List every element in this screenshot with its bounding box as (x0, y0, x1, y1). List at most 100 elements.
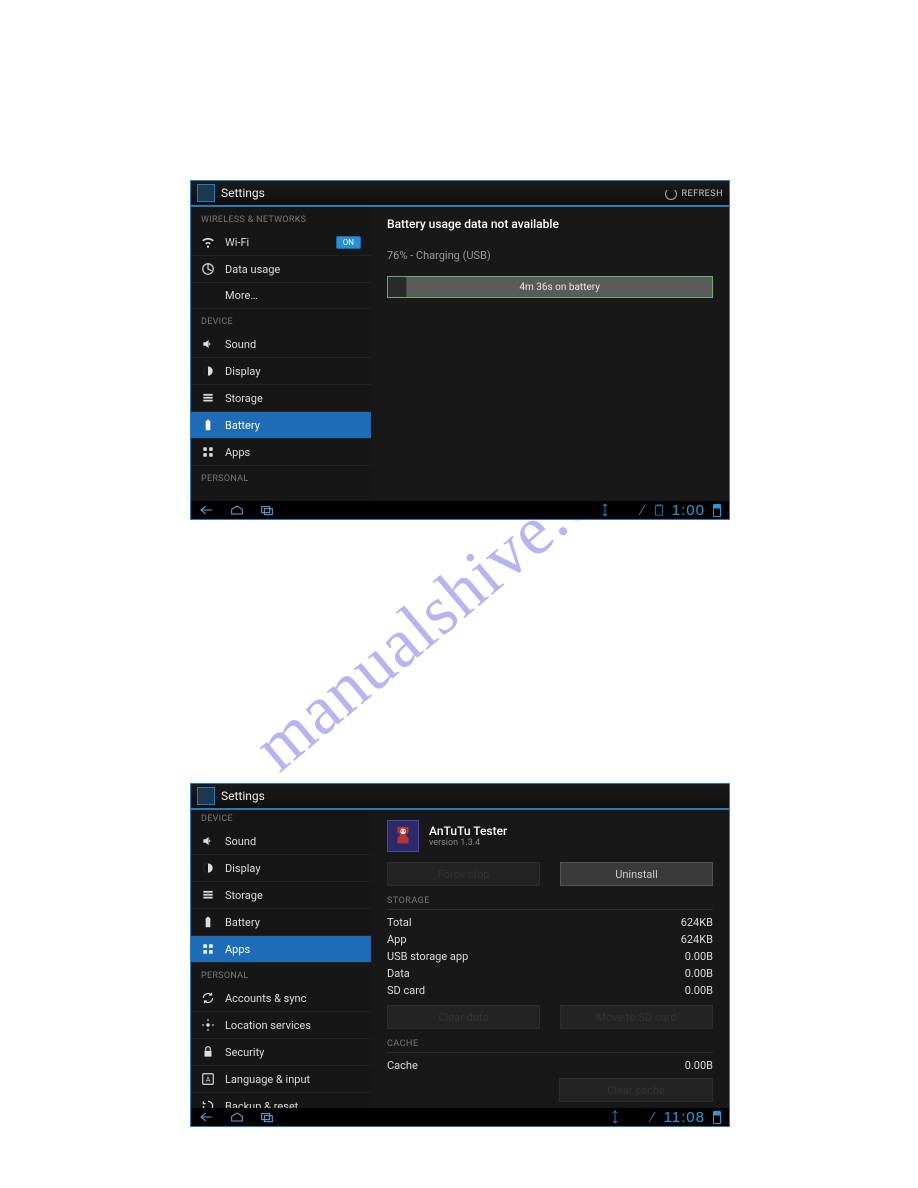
storage-icon (201, 391, 215, 405)
row-total: Total624KB (387, 914, 713, 931)
cache-section-title: CACHE (387, 1039, 713, 1053)
sidebar-item-display[interactable]: Display (191, 855, 371, 882)
sidebar-item-label: Storage (225, 392, 263, 405)
sidebar-item-accounts[interactable]: Accounts & sync (191, 985, 371, 1012)
sound-icon (201, 834, 215, 848)
sidebar-item-wifi[interactable]: Wi-Fi ON (191, 229, 371, 256)
storage-section-title: STORAGE (387, 896, 713, 910)
app-icon (387, 820, 419, 852)
refresh-icon (665, 188, 677, 200)
battery-status-icon (713, 504, 721, 517)
sidebar-item-data-usage[interactable]: Data usage (191, 256, 371, 283)
row-data: Data0.00B (387, 965, 713, 982)
sidebar-item-sound[interactable]: Sound (191, 828, 371, 855)
sidebar-item-more[interactable]: More… (191, 283, 371, 309)
battery-icon (201, 418, 215, 432)
back-icon[interactable] (199, 504, 215, 516)
settings-app-icon (197, 787, 215, 805)
sidebar-item-storage[interactable]: Storage (191, 385, 371, 412)
recents-icon[interactable] (259, 504, 275, 516)
sidebar-item-label: Storage (225, 889, 263, 902)
action-bar: Settings REFRESH (191, 181, 729, 207)
refresh-label: REFRESH (681, 189, 723, 199)
row-cache: Cache0.00B (387, 1057, 713, 1074)
lock-icon (201, 1045, 215, 1059)
sidebar-item-apps[interactable]: Apps (191, 439, 371, 466)
home-icon[interactable] (229, 504, 245, 516)
screen-title: Settings (221, 186, 265, 200)
refresh-button[interactable]: REFRESH (665, 181, 723, 207)
action-bar: Settings (191, 784, 729, 810)
move-to-sd-button[interactable]: Move to SD card (560, 1005, 713, 1029)
sidebar-item-display[interactable]: Display (191, 358, 371, 385)
sidebar-item-label: Display (225, 365, 261, 378)
row-sd: SD card0.00B (387, 982, 713, 999)
sidebar-item-label: Apps (225, 446, 250, 459)
recents-icon[interactable] (259, 1111, 275, 1123)
battery-heading: Battery usage data not available (387, 217, 713, 231)
sidebar-item-battery[interactable]: Battery (191, 412, 371, 439)
sidebar-item-battery[interactable]: Battery (191, 909, 371, 936)
apps-icon (201, 942, 215, 956)
status-bar[interactable]: 11:08 (610, 1109, 721, 1126)
back-icon[interactable] (199, 1111, 215, 1123)
uninstall-button[interactable]: Uninstall (560, 862, 713, 886)
home-icon[interactable] (229, 1111, 245, 1123)
sidebar-item-storage[interactable]: Storage (191, 882, 371, 909)
sidebar-item-label: Security (225, 1046, 264, 1059)
battery-status-icon (713, 1111, 721, 1124)
app-version: version 1.3.4 (429, 838, 507, 848)
location-icon (201, 1018, 215, 1032)
battery-icon (201, 915, 215, 929)
sidebar-item-label: Sound (225, 835, 256, 848)
sidebar-item-sound[interactable]: Sound (191, 331, 371, 358)
clear-cache-button[interactable]: Clear cache (559, 1078, 713, 1102)
wifi-icon (201, 235, 215, 249)
apps-icon (201, 445, 215, 459)
clock: 1:00 (672, 502, 705, 519)
battery-usage-bar[interactable]: 4m 36s on battery (387, 276, 713, 298)
screenshot-battery: Settings REFRESH WIRELESS & NETWORKS Wi-… (190, 180, 730, 520)
section-personal: PERSONAL (191, 963, 371, 985)
sidebar-item-label: More… (225, 289, 258, 302)
row-usb: USB storage app0.00B (387, 948, 713, 965)
display-icon (201, 364, 215, 378)
display-icon (201, 861, 215, 875)
data-usage-icon (201, 262, 215, 276)
sidebar-item-security[interactable]: Security (191, 1039, 371, 1066)
sidebar-item-label: Battery (225, 916, 260, 929)
sidebar-item-label: Sound (225, 338, 256, 351)
sync-icon (201, 991, 215, 1005)
section-wireless: WIRELESS & NETWORKS (191, 207, 371, 229)
force-stop-button[interactable]: Force stop (387, 862, 540, 886)
settings-app-icon (197, 184, 215, 202)
sidebar-item-location[interactable]: Location services (191, 1012, 371, 1039)
clock: 11:08 (664, 1109, 705, 1126)
screen-title: Settings (221, 789, 265, 803)
system-navbar: 1:00 (191, 501, 729, 519)
section-personal: PERSONAL (191, 466, 371, 488)
sidebar-item-label: Display (225, 862, 261, 875)
sidebar-item-label: Backup & reset (225, 1100, 298, 1109)
wifi-toggle[interactable]: ON (336, 236, 361, 249)
app-info-content: AnTuTu Tester version 1.3.4 Force stop U… (371, 810, 729, 1108)
battery-content: Battery usage data not available 76% - C… (371, 207, 729, 501)
clear-data-button[interactable]: Clear data (387, 1005, 540, 1029)
sidebar-item-backup[interactable]: Backup & reset (191, 1093, 371, 1108)
section-device: DEVICE (191, 309, 371, 331)
sidebar-item-label: Apps (225, 943, 250, 956)
settings-sidebar: WIRELESS & NETWORKS Wi-Fi ON Data usage (191, 207, 371, 501)
sidebar-item-label: Data usage (225, 263, 280, 276)
language-icon: A (201, 1072, 215, 1086)
sidebar-item-label: Language & input (225, 1073, 310, 1086)
section-device: DEVICE (191, 810, 371, 828)
sidebar-item-label: Wi-Fi (225, 236, 249, 249)
sidebar-item-language[interactable]: A Language & input (191, 1066, 371, 1093)
status-bar[interactable]: 1:00 (600, 502, 721, 519)
app-name: AnTuTu Tester (429, 824, 507, 838)
sidebar-item-label: Location services (225, 1019, 311, 1032)
battery-bar-label: 4m 36s on battery (407, 277, 712, 297)
sidebar-item-apps[interactable]: Apps (191, 936, 371, 963)
sidebar-item-label: Battery (225, 419, 260, 432)
sound-icon (201, 337, 215, 351)
